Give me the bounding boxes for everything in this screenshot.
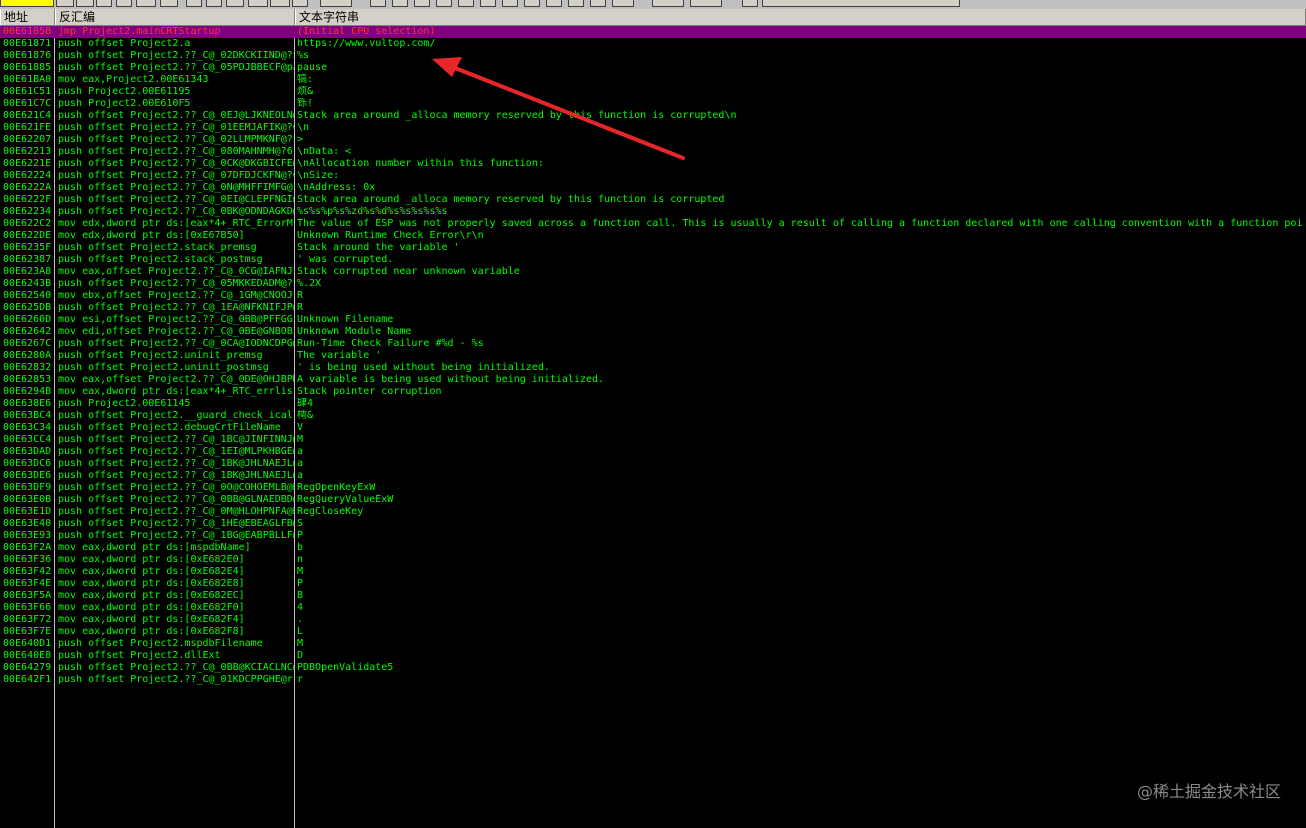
toolbar-button[interactable] bbox=[186, 0, 202, 7]
toolbar-button[interactable] bbox=[160, 0, 178, 7]
toolbar-button[interactable] bbox=[270, 0, 290, 7]
toolbar-button[interactable] bbox=[612, 0, 634, 7]
toolbar-button[interactable] bbox=[370, 0, 386, 7]
toolbar-button[interactable] bbox=[480, 0, 496, 7]
toolbar-button[interactable] bbox=[546, 0, 562, 7]
toolbar-button[interactable] bbox=[502, 0, 518, 7]
toolbar-button-active[interactable] bbox=[0, 0, 54, 7]
column-header-address[interactable]: 地址 bbox=[0, 9, 55, 25]
toolbar-button[interactable] bbox=[590, 0, 606, 7]
toolbar-button[interactable] bbox=[524, 0, 540, 7]
toolbar-button[interactable] bbox=[292, 0, 308, 7]
toolbar-button[interactable] bbox=[762, 0, 960, 7]
toolbar-button[interactable] bbox=[568, 0, 584, 7]
toolbar-button[interactable] bbox=[436, 0, 452, 7]
toolbar-button[interactable] bbox=[206, 0, 222, 7]
toolbar-button[interactable] bbox=[458, 0, 474, 7]
toolbar-button[interactable] bbox=[248, 0, 268, 7]
toolbar-button[interactable] bbox=[652, 0, 684, 7]
toolbar-button[interactable] bbox=[226, 0, 244, 7]
string-references-table: 00E6185B jmp Project2.mainCRTStartup (Init… bbox=[0, 26, 1306, 828]
red-arrow-icon bbox=[432, 57, 685, 160]
toolbar-button[interactable] bbox=[116, 0, 132, 7]
column-header-string[interactable]: 文本字符串 bbox=[295, 9, 1306, 25]
column-header-bar: 地址 反汇编 文本字符串 bbox=[0, 9, 1306, 26]
toolbar-button[interactable] bbox=[742, 0, 758, 7]
toolbar-button[interactable] bbox=[96, 0, 112, 7]
arrow-shaft bbox=[448, 64, 685, 160]
watermark: @稀土掘金技术社区 bbox=[1136, 782, 1281, 801]
toolbar-button[interactable] bbox=[690, 0, 722, 7]
column-header-disassembly[interactable]: 反汇编 bbox=[55, 9, 295, 25]
toolbar-button[interactable] bbox=[76, 0, 94, 7]
toolbar-button[interactable] bbox=[414, 0, 430, 7]
toolbar-button[interactable] bbox=[136, 0, 156, 7]
toolbar-button[interactable] bbox=[320, 0, 352, 7]
toolbar-button[interactable] bbox=[392, 0, 408, 7]
toolbar-button[interactable] bbox=[56, 0, 74, 7]
